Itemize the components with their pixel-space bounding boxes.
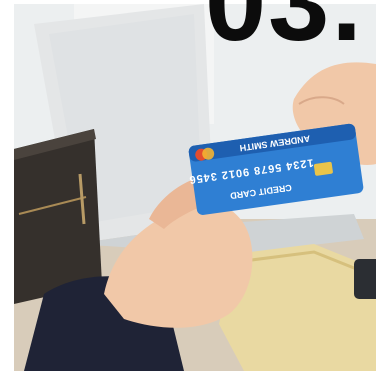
phone (354, 259, 376, 299)
section-number: 03. (205, 0, 364, 64)
card-chip (313, 161, 333, 176)
